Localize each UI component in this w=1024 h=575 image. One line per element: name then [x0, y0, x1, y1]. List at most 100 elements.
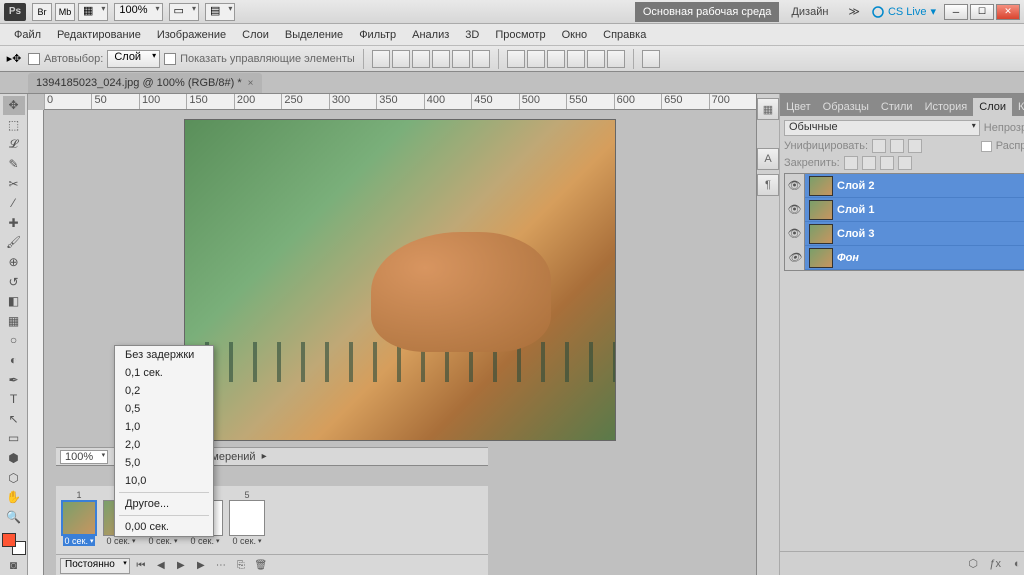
- brush-tool[interactable]: 🖌: [3, 233, 25, 252]
- menu-help[interactable]: Справка: [595, 29, 654, 41]
- path-select-tool[interactable]: ↖: [3, 410, 25, 429]
- align-hcenter-icon[interactable]: [452, 50, 470, 68]
- layer-mask-icon[interactable]: ◐: [1008, 556, 1024, 572]
- paragraph-panel-icon[interactable]: ¶: [757, 174, 779, 196]
- layer-item[interactable]: 👁 Слой 2: [785, 174, 1024, 198]
- workspace-more[interactable]: ≫: [840, 2, 868, 22]
- close-button[interactable]: ✕: [996, 4, 1020, 20]
- 3d-camera-tool[interactable]: ⬡: [3, 468, 25, 487]
- frame-delay-dropdown[interactable]: 0 сек.: [149, 536, 178, 546]
- character-panel-icon[interactable]: A: [757, 148, 779, 170]
- status-zoom[interactable]: 100%: [60, 450, 108, 464]
- move-tool-preset[interactable]: ▸✥: [4, 50, 24, 68]
- next-frame-button[interactable]: ▶: [192, 558, 210, 574]
- shape-tool[interactable]: ▭: [3, 429, 25, 448]
- align-bottom-icon[interactable]: [412, 50, 430, 68]
- tab-layers[interactable]: Слои: [973, 98, 1012, 116]
- layer-item[interactable]: 👁 Слой 3: [785, 222, 1024, 246]
- duplicate-frame-button[interactable]: ⎘: [232, 558, 250, 574]
- play-button[interactable]: ▶: [172, 558, 190, 574]
- eyedropper-tool[interactable]: ⁄: [3, 194, 25, 213]
- show-controls-checkbox[interactable]: [164, 53, 176, 65]
- loop-dropdown[interactable]: Постоянно: [60, 558, 130, 574]
- delay-option-01[interactable]: 0,1 сек.: [115, 364, 213, 382]
- visibility-toggle[interactable]: 👁: [785, 222, 805, 246]
- hand-tool[interactable]: ✋: [3, 488, 25, 507]
- frame-delay-dropdown[interactable]: 0 сек.: [191, 536, 220, 546]
- cslive-button[interactable]: CS Live ▾: [872, 5, 936, 18]
- frame-5[interactable]: 5 0 сек.: [228, 490, 266, 546]
- document-tab[interactable]: 1394185023_024.jpg @ 100% (RGB/8#) * ×: [28, 73, 262, 93]
- minibridge-button[interactable]: Mb: [55, 3, 75, 21]
- tab-styles[interactable]: Стили: [875, 98, 919, 116]
- quickselect-tool[interactable]: ✎: [3, 155, 25, 174]
- delay-option-00[interactable]: 0,00 сек.: [115, 518, 213, 536]
- link-layers-icon[interactable]: ⬡: [964, 556, 982, 572]
- menu-select[interactable]: Выделение: [277, 29, 351, 41]
- healing-tool[interactable]: ✚: [3, 214, 25, 233]
- layer-item-background[interactable]: 👁 Фон 🔒: [785, 246, 1024, 270]
- delay-option-other[interactable]: Другое...: [115, 495, 213, 513]
- fg-color-swatch[interactable]: [2, 533, 16, 547]
- first-frame-button[interactable]: ⏮: [132, 558, 150, 574]
- 3d-tool[interactable]: ⬢: [3, 449, 25, 468]
- menu-file[interactable]: Файл: [6, 29, 49, 41]
- history-brush-tool[interactable]: ↺: [3, 272, 25, 291]
- menu-view[interactable]: Просмотр: [487, 29, 553, 41]
- layer-name[interactable]: Слой 3: [837, 228, 874, 240]
- workspace-design[interactable]: Дизайн: [783, 2, 836, 22]
- dist-2-icon[interactable]: [527, 50, 545, 68]
- delay-option-05[interactable]: 0,5: [115, 400, 213, 418]
- frame-delay-dropdown[interactable]: 0 сек.: [107, 536, 136, 546]
- frame-delay-dropdown[interactable]: 0 сек.: [63, 536, 96, 546]
- autoalign-icon[interactable]: [642, 50, 660, 68]
- delay-option-100[interactable]: 10,0: [115, 472, 213, 490]
- frame-1[interactable]: 1 0 сек.: [60, 490, 98, 546]
- type-tool[interactable]: T: [3, 390, 25, 409]
- visibility-toggle[interactable]: 👁: [785, 174, 805, 198]
- maximize-button[interactable]: ☐: [970, 4, 994, 20]
- visibility-toggle[interactable]: 👁: [785, 198, 805, 222]
- blur-tool[interactable]: ○: [3, 331, 25, 350]
- layer-item[interactable]: 👁 Слой 1: [785, 198, 1024, 222]
- tab-paths[interactable]: Контуры: [1012, 98, 1024, 116]
- frame-delay-dropdown[interactable]: 0 сек.: [233, 536, 262, 546]
- quickmask-tool[interactable]: ◙: [3, 555, 25, 574]
- eraser-tool[interactable]: ◧: [3, 292, 25, 311]
- pen-tool[interactable]: ✒: [3, 370, 25, 389]
- layer-name[interactable]: Слой 2: [837, 180, 874, 192]
- extras-dropdown[interactable]: ▤: [205, 3, 235, 21]
- dist-4-icon[interactable]: [567, 50, 585, 68]
- prev-frame-button[interactable]: ◀: [152, 558, 170, 574]
- tween-button[interactable]: ⋯: [212, 558, 230, 574]
- menu-3d[interactable]: 3D: [457, 29, 487, 41]
- delay-option-10[interactable]: 1,0: [115, 418, 213, 436]
- layer-name[interactable]: Слой 1: [837, 204, 874, 216]
- menu-window[interactable]: Окно: [554, 29, 596, 41]
- align-right-icon[interactable]: [472, 50, 490, 68]
- dist-5-icon[interactable]: [587, 50, 605, 68]
- layer-style-icon[interactable]: ƒx: [986, 556, 1004, 572]
- view-arrange-dropdown[interactable]: ▦: [78, 3, 108, 21]
- delay-option-50[interactable]: 5,0: [115, 454, 213, 472]
- menu-layer[interactable]: Слои: [234, 29, 277, 41]
- delay-option-02[interactable]: 0,2: [115, 382, 213, 400]
- layer-name[interactable]: Фон: [837, 252, 859, 264]
- document-image[interactable]: [185, 120, 615, 440]
- menu-image[interactable]: Изображение: [149, 29, 234, 41]
- autoselect-target-dropdown[interactable]: Слой: [107, 50, 160, 68]
- menu-edit[interactable]: Редактирование: [49, 29, 149, 41]
- minimize-button[interactable]: ─: [944, 4, 968, 20]
- dodge-tool[interactable]: ◐: [3, 351, 25, 370]
- zoom-tool[interactable]: 🔍: [3, 507, 25, 526]
- delay-option-20[interactable]: 2,0: [115, 436, 213, 454]
- unify-position-icon[interactable]: [872, 139, 886, 153]
- tab-history[interactable]: История: [919, 98, 974, 116]
- autoselect-checkbox[interactable]: [28, 53, 40, 65]
- menu-analysis[interactable]: Анализ: [404, 29, 457, 41]
- dist-3-icon[interactable]: [547, 50, 565, 68]
- lock-pixels-icon[interactable]: [862, 156, 876, 170]
- align-left-icon[interactable]: [432, 50, 450, 68]
- propagate-checkbox[interactable]: [981, 141, 992, 152]
- marquee-tool[interactable]: ⬚: [3, 116, 25, 135]
